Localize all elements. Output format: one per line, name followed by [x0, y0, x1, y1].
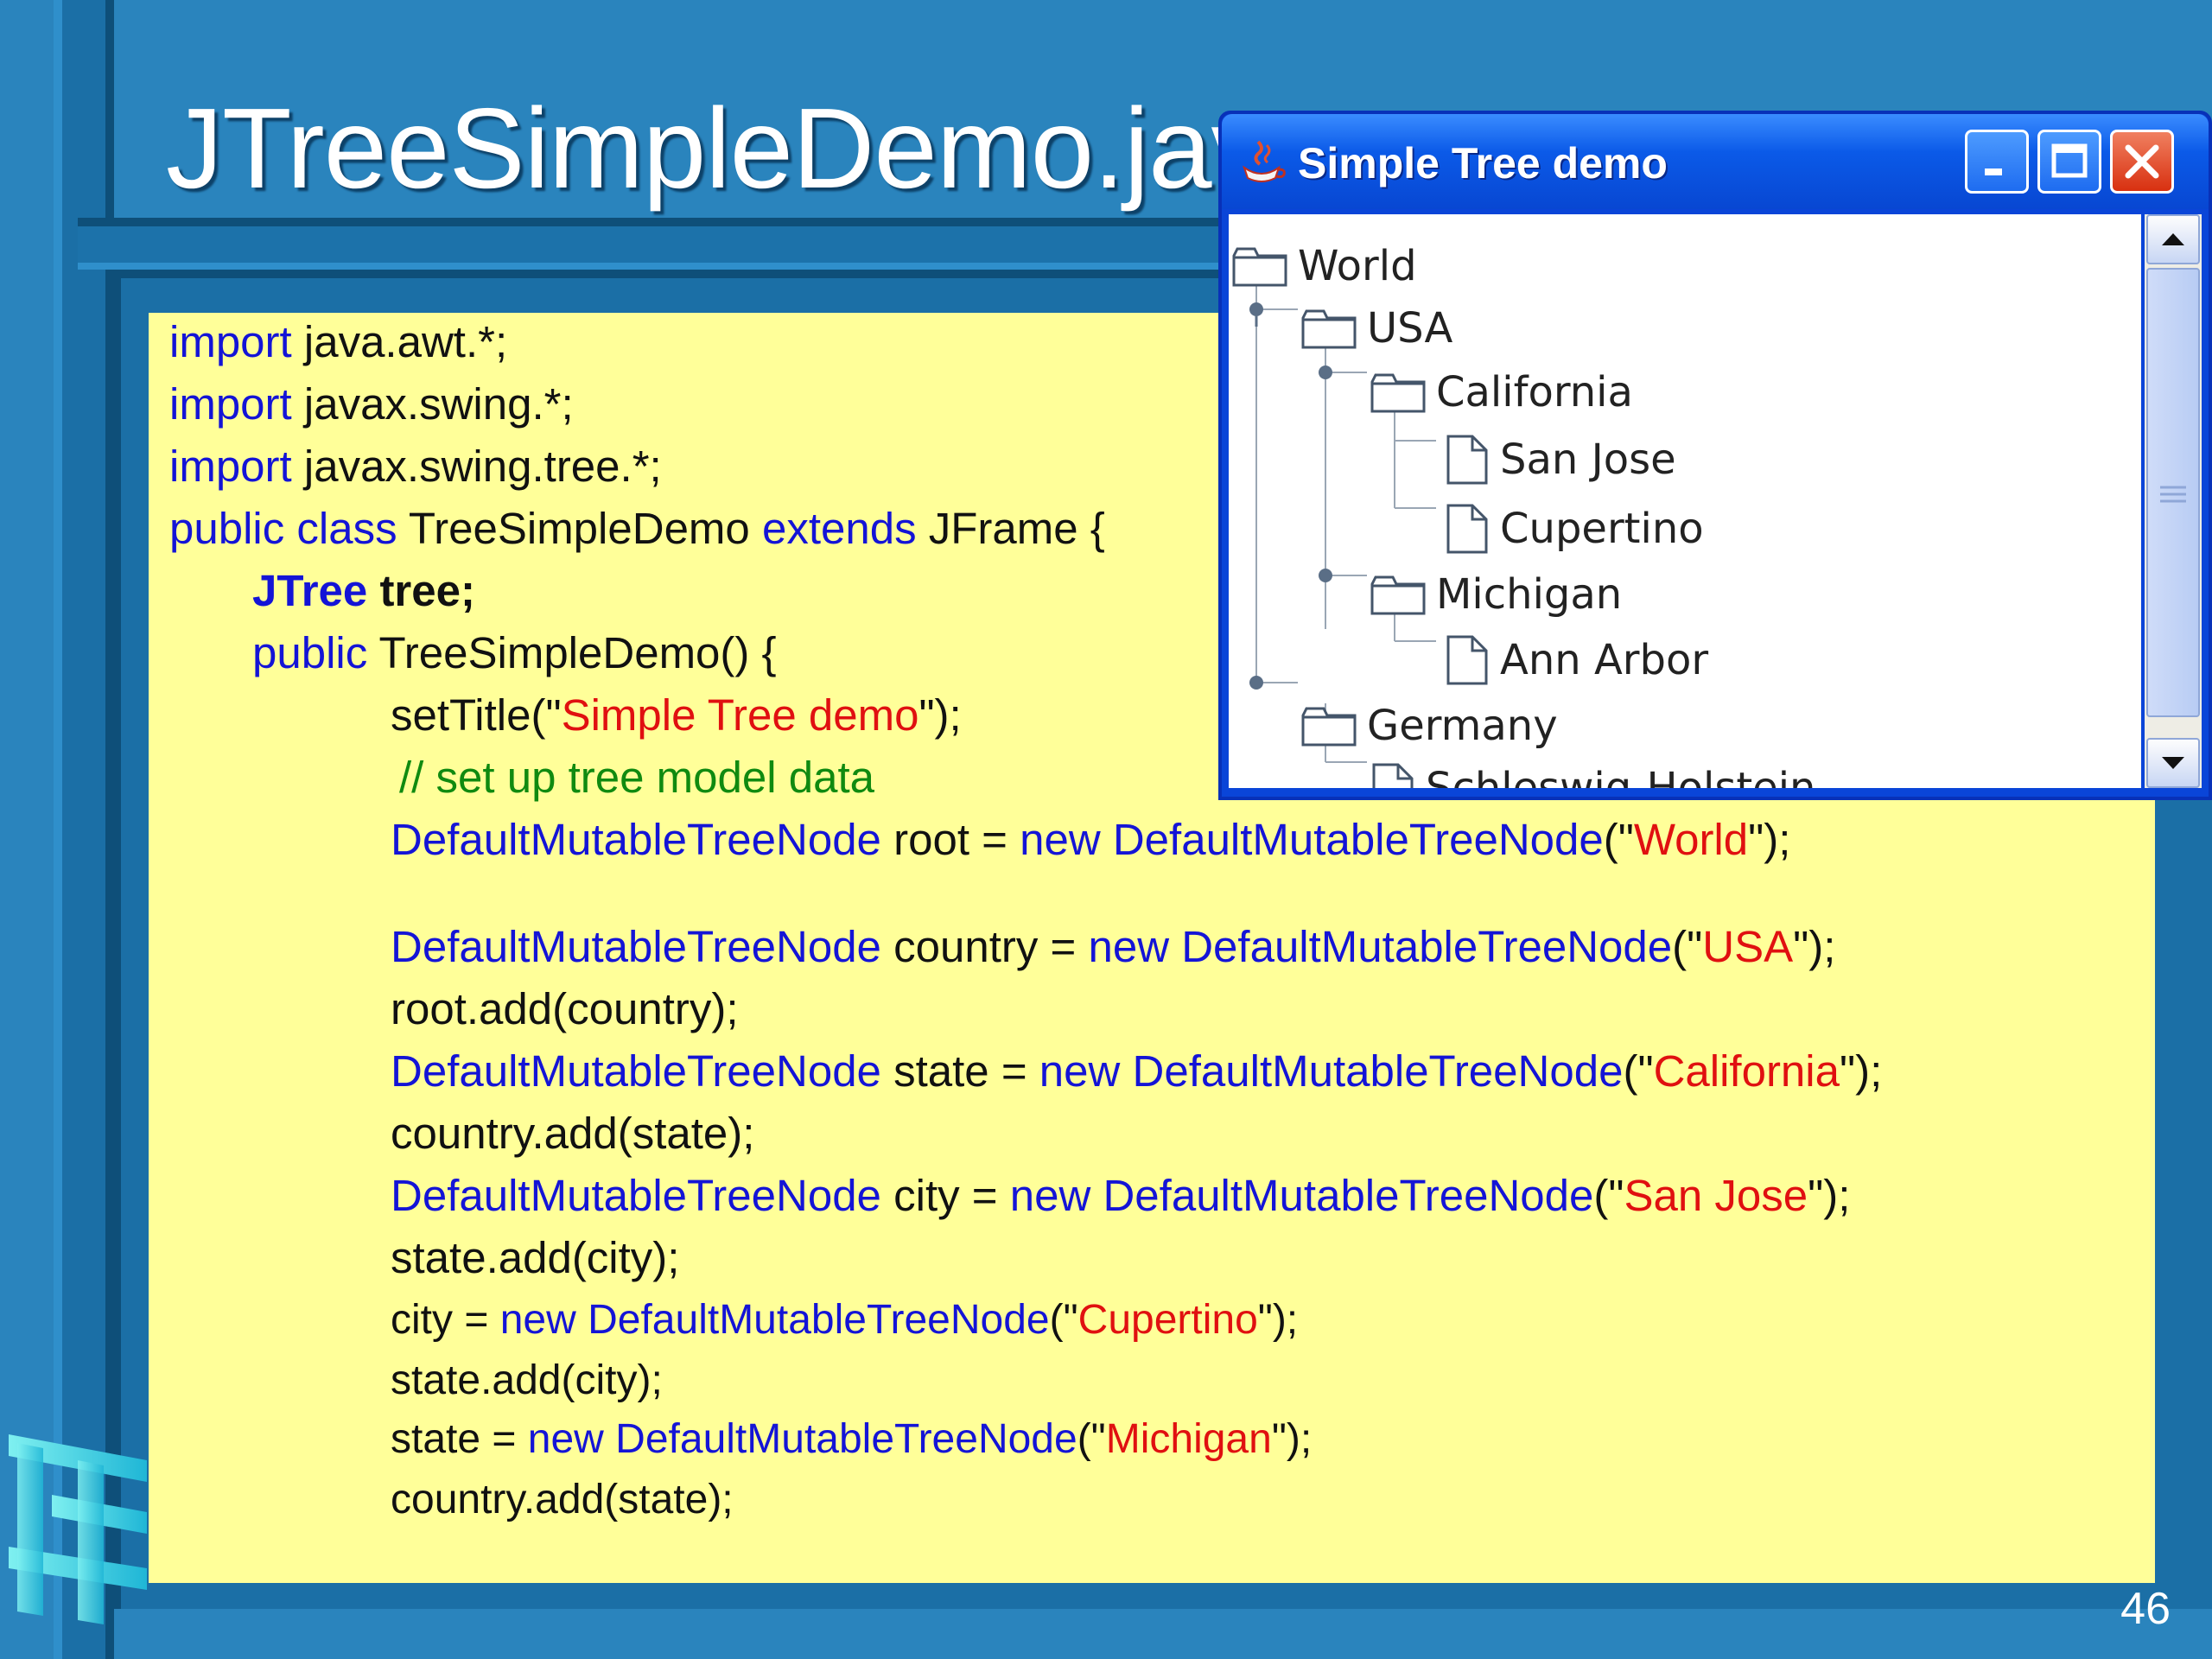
- code-line: setTitle("Simple Tree demo");: [391, 690, 962, 740]
- code-line: state.add(city);: [391, 1233, 680, 1282]
- code-line: DefaultMutableTreeNode city = new Defaul…: [391, 1171, 1851, 1220]
- code-line: root.add(country);: [391, 984, 739, 1033]
- java-cup-icon: [1243, 140, 1286, 182]
- minimize-icon: [1985, 168, 2002, 175]
- tree-node-label: Michigan: [1436, 570, 1623, 619]
- scroll-thumb[interactable]: [2146, 268, 2200, 717]
- code-comment: // set up tree model data: [399, 753, 874, 802]
- code-line: DefaultMutableTreeNode state = new Defau…: [391, 1046, 1883, 1096]
- code-line: public class TreeSimpleDemo extends JFra…: [169, 504, 1105, 553]
- slide-left-margin: [0, 0, 54, 1659]
- tree-node-cupertino[interactable]: Cupertino: [1445, 498, 1704, 560]
- slide-title: JTreeSimpleDemo.java: [166, 85, 1331, 212]
- tree-node-label: Cupertino: [1500, 505, 1704, 553]
- window-titlebar[interactable]: Simple Tree demo: [1222, 114, 2209, 209]
- slide-logo-icon: [9, 1434, 147, 1624]
- window-title: Simple Tree demo: [1298, 139, 1668, 188]
- close-icon: [2125, 144, 2159, 179]
- document-icon: [1446, 504, 1488, 554]
- maximize-button[interactable]: [2037, 130, 2101, 194]
- code-line: city = new DefaultMutableTreeNode("Cuper…: [391, 1297, 1299, 1343]
- tree-node-germany[interactable]: Germany: [1301, 695, 1558, 757]
- code-line: import javax.swing.*;: [169, 379, 574, 429]
- tree-node-label: Germany: [1367, 702, 1558, 750]
- code-line: state = new DefaultMutableTreeNode("Mich…: [391, 1416, 1313, 1462]
- scroll-down-button[interactable]: [2146, 738, 2200, 788]
- code-line: import javax.swing.tree.*;: [169, 442, 662, 491]
- folder-icon: [1370, 575, 1426, 615]
- scroll-up-button[interactable]: [2146, 214, 2200, 264]
- code-line: country.add(state);: [391, 1477, 734, 1522]
- code-line: country.add(state);: [391, 1109, 755, 1158]
- tree-node-label: USA: [1367, 304, 1453, 353]
- tree-node-san-jose[interactable]: San Jose: [1445, 429, 1676, 491]
- tree-node-world[interactable]: World: [1232, 235, 1417, 297]
- tree-node-label: San Jose: [1500, 435, 1676, 484]
- tree-node-label: California: [1436, 368, 1633, 416]
- code-line: DefaultMutableTreeNode country = new Def…: [391, 922, 1836, 971]
- document-icon: [1446, 635, 1488, 685]
- tree-node-ann-arbor[interactable]: Ann Arbor: [1445, 629, 1708, 691]
- code-line: public TreeSimpleDemo() {: [252, 628, 777, 677]
- maximize-icon: [2051, 143, 2088, 178]
- tree-node-label: World: [1298, 242, 1417, 290]
- page-number: 46: [2120, 1584, 2171, 1634]
- document-icon: [1446, 435, 1488, 485]
- document-icon: [1372, 763, 1414, 788]
- close-button[interactable]: [2110, 130, 2174, 194]
- code-line: import java.awt.*;: [169, 317, 508, 366]
- tree-node-michigan[interactable]: Michigan: [1370, 563, 1622, 626]
- folder-icon: [1232, 247, 1287, 287]
- minimize-button[interactable]: [1965, 130, 2029, 194]
- tree-node-label: Ann Arbor: [1500, 636, 1709, 684]
- tree-view[interactable]: World USA California San Jose Cupertino …: [1229, 214, 2141, 788]
- simple-tree-demo-window[interactable]: Simple Tree demo World USA California Sa…: [1218, 111, 2212, 800]
- arrow-up-icon: [2162, 233, 2184, 245]
- vertical-scrollbar[interactable]: [2145, 214, 2202, 788]
- tree-node-schleswig-holstein[interactable]: Schleswig-Holstein: [1370, 757, 1815, 788]
- code-line: DefaultMutableTreeNode root = new Defaul…: [391, 815, 1791, 864]
- code-line: state.add(city);: [391, 1357, 663, 1403]
- folder-icon: [1370, 373, 1426, 413]
- code-line: JTree tree;: [252, 566, 475, 615]
- tree-node-california[interactable]: California: [1370, 361, 1633, 423]
- tree-node-label: Schleswig-Holstein: [1426, 764, 1816, 788]
- tree-node-usa[interactable]: USA: [1301, 297, 1452, 359]
- grip-icon: [2160, 486, 2186, 503]
- folder-icon: [1301, 707, 1357, 747]
- arrow-down-icon: [2162, 757, 2184, 769]
- folder-icon: [1301, 309, 1357, 349]
